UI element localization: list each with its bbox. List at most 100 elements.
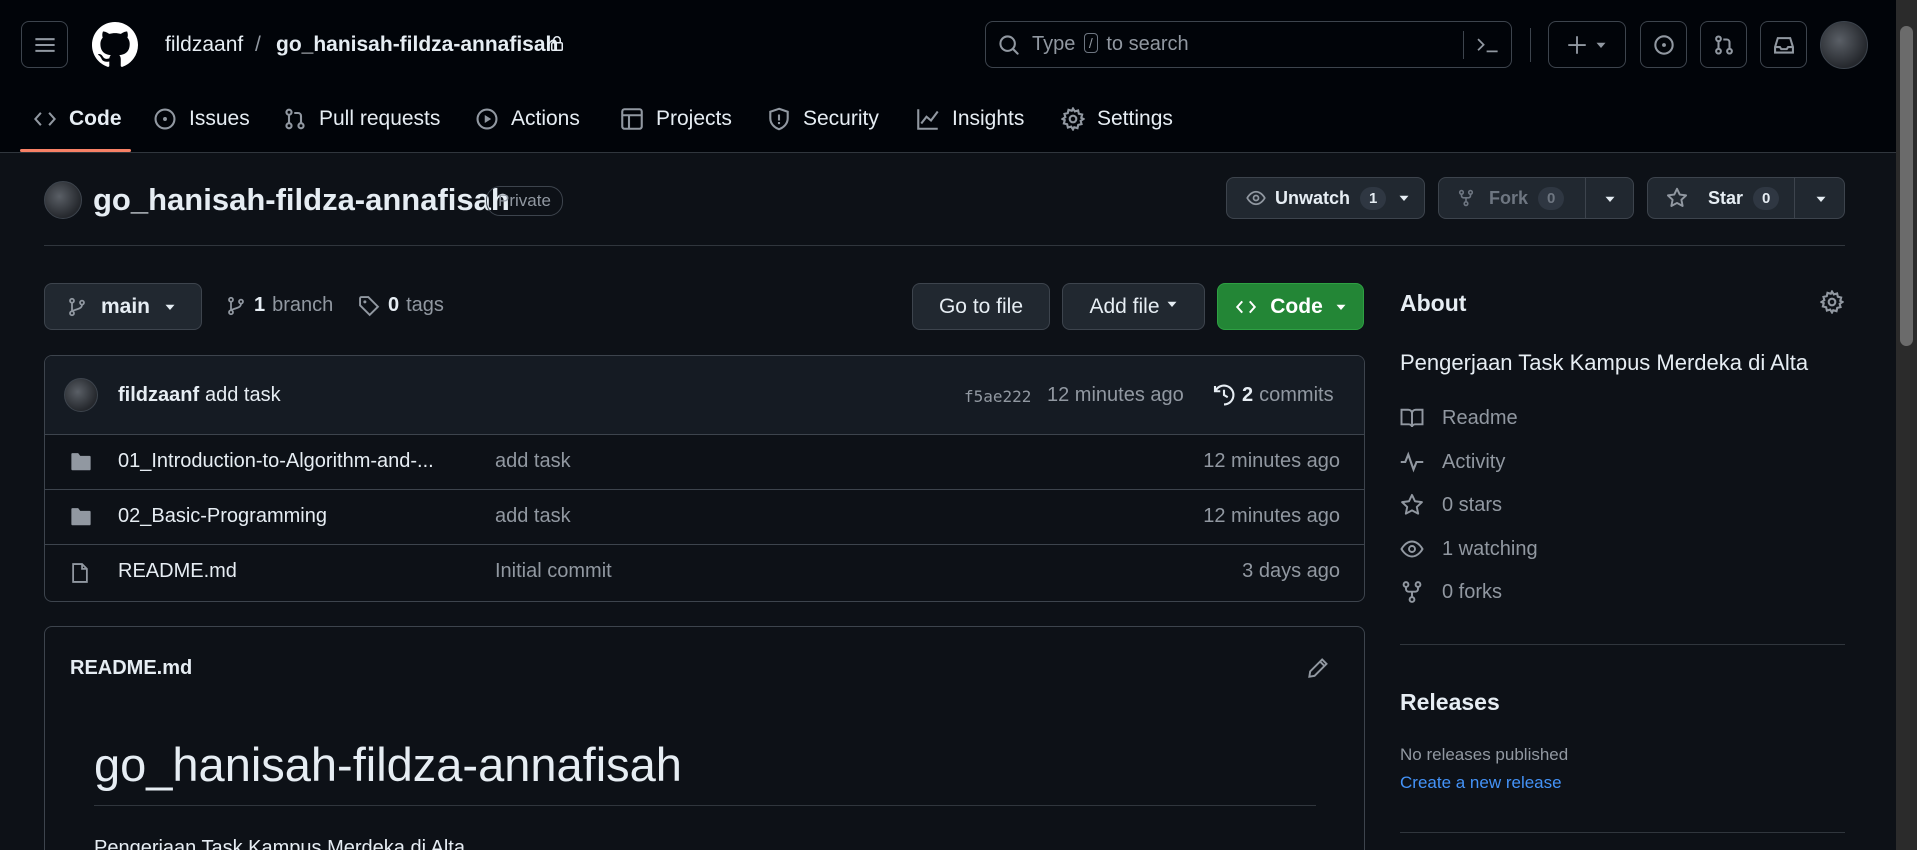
tab-pull-requests[interactable]: Pull requests xyxy=(283,104,440,134)
repo-title[interactable]: go_hanisah-fildza-annafisah xyxy=(93,182,510,218)
repo-avatar xyxy=(44,181,82,219)
commit-author[interactable]: fildzaanf xyxy=(118,384,199,407)
tab-issues-label: Issues xyxy=(189,107,250,130)
file-table: fildzaanf add task f5ae222 12 minutes ag… xyxy=(44,355,1365,602)
tag-icon xyxy=(359,295,380,316)
breadcrumb-repo[interactable]: go_hanisah-fildza-annafisah xyxy=(276,33,558,57)
unwatch-button[interactable]: Unwatch 1 xyxy=(1226,177,1425,219)
pencil-icon[interactable] xyxy=(1307,657,1329,679)
commit-history-link[interactable]: 2 commits xyxy=(1212,383,1334,407)
code-icon xyxy=(1236,300,1257,313)
file-name[interactable]: 02_Basic-Programming xyxy=(118,505,327,528)
about-stars-label: 0 stars xyxy=(1442,493,1503,516)
branch-count: 1 xyxy=(254,294,266,316)
file-name[interactable]: README.md xyxy=(118,560,237,583)
gear-icon[interactable] xyxy=(1820,290,1844,314)
app-header: fildzaanf / go_hanisah-fildza-annafisah … xyxy=(0,0,1896,153)
command-palette-icon[interactable] xyxy=(1476,34,1500,56)
branches-link[interactable]: 1 branch xyxy=(226,294,333,317)
branch-select-button[interactable]: main xyxy=(44,283,202,330)
go-to-file-button[interactable]: Go to file xyxy=(912,283,1050,330)
hamburger-icon xyxy=(34,37,55,52)
tag-count: 0 xyxy=(388,294,400,316)
create-release-link[interactable]: Create a new release xyxy=(1400,773,1562,793)
code-button[interactable]: Code xyxy=(1217,283,1364,330)
menu-button[interactable] xyxy=(21,21,68,68)
tab-issues[interactable]: Issues xyxy=(153,104,250,134)
star-button[interactable]: Star 0 xyxy=(1647,177,1845,219)
chevron-down-icon[interactable] xyxy=(1604,193,1616,205)
file-row[interactable]: 02_Basic-Programming add task 12 minutes… xyxy=(45,490,1364,545)
tab-security[interactable]: Security xyxy=(767,104,879,134)
about-watching-link[interactable]: 1 watching xyxy=(1400,537,1538,561)
chevron-down-icon xyxy=(1167,301,1177,307)
releases-title[interactable]: Releases xyxy=(1400,689,1500,716)
search-input[interactable]: Type / to search xyxy=(985,21,1512,68)
sidebar-divider xyxy=(1400,832,1845,833)
active-tab-indicator xyxy=(20,149,131,152)
github-logo-icon[interactable] xyxy=(92,22,138,68)
tab-actions-label: Actions xyxy=(511,107,580,130)
create-new-button[interactable] xyxy=(1548,21,1626,68)
shield-icon xyxy=(769,107,789,131)
issues-button[interactable] xyxy=(1640,21,1687,68)
tab-code[interactable]: Code xyxy=(33,104,122,134)
pull-request-icon xyxy=(1714,34,1733,55)
chevron-down-icon[interactable] xyxy=(1815,193,1827,205)
about-watching-label: 1 watching xyxy=(1442,537,1538,560)
fork-button[interactable]: Fork 0 xyxy=(1438,177,1634,219)
about-readme-link[interactable]: Readme xyxy=(1400,406,1518,430)
commit-author-avatar[interactable] xyxy=(64,378,98,412)
tab-pull-requests-label: Pull requests xyxy=(319,107,441,130)
tab-settings[interactable]: Settings xyxy=(1061,104,1173,134)
file-icon xyxy=(72,563,88,583)
go-to-file-label: Go to file xyxy=(938,294,1024,318)
commit-message[interactable]: add task xyxy=(205,384,281,407)
star-split-divider xyxy=(1794,178,1795,218)
issue-icon xyxy=(1653,34,1674,55)
add-file-button[interactable]: Add file xyxy=(1062,283,1205,330)
fork-label: Fork xyxy=(1489,187,1529,208)
table-icon xyxy=(621,108,643,130)
file-row[interactable]: README.md Initial commit 3 days ago xyxy=(45,545,1364,600)
file-date: 3 days ago xyxy=(1242,560,1340,582)
commit-sha[interactable]: f5ae222 xyxy=(964,387,1031,406)
about-stars-link[interactable]: 0 stars xyxy=(1400,493,1502,517)
tags-link[interactable]: 0 tags xyxy=(358,294,444,317)
file-commit-message[interactable]: add task xyxy=(495,450,571,473)
readme-body: Pengerjaan Task Kampus Merdeka di Alta xyxy=(94,837,465,850)
folder-icon xyxy=(71,453,91,471)
search-placeholder-suffix: to search xyxy=(1106,33,1189,55)
fork-icon xyxy=(1458,189,1474,207)
tab-projects[interactable]: Projects xyxy=(620,104,732,134)
readme-filename[interactable]: README.md xyxy=(70,657,192,680)
user-avatar[interactable] xyxy=(1820,21,1868,69)
tab-security-label: Security xyxy=(803,107,879,130)
pulse-icon xyxy=(1400,451,1424,473)
pull-requests-button[interactable] xyxy=(1700,21,1747,68)
scrollbar-thumb[interactable] xyxy=(1900,26,1913,346)
code-icon xyxy=(33,112,57,126)
about-readme-label: Readme xyxy=(1442,406,1518,429)
file-commit-message[interactable]: Initial commit xyxy=(495,560,612,583)
tab-actions[interactable]: Actions xyxy=(475,104,580,134)
eye-icon xyxy=(1246,190,1266,206)
inbox-button[interactable] xyxy=(1760,21,1807,68)
file-commit-message[interactable]: add task xyxy=(495,505,571,528)
tab-insights[interactable]: Insights xyxy=(916,104,1024,134)
commit-count: 2 xyxy=(1242,383,1254,406)
search-divider xyxy=(1463,31,1464,59)
breadcrumb-owner[interactable]: fildzaanf xyxy=(165,33,243,57)
readme-panel: README.md go_hanisah-fildza-annafisah Pe… xyxy=(44,626,1365,850)
tab-projects-label: Projects xyxy=(656,107,732,130)
add-file-label: Add file xyxy=(1089,294,1160,318)
about-activity-link[interactable]: Activity xyxy=(1400,450,1505,474)
tab-settings-label: Settings xyxy=(1097,107,1173,130)
fork-split-divider xyxy=(1585,178,1586,218)
file-row[interactable]: 01_Introduction-to-Algorithm-and-... add… xyxy=(45,435,1364,490)
branch-name: main xyxy=(101,294,151,318)
about-forks-link[interactable]: 0 forks xyxy=(1400,580,1502,604)
tag-word: tags xyxy=(406,294,444,316)
file-name[interactable]: 01_Introduction-to-Algorithm-and-... xyxy=(118,450,434,473)
book-icon xyxy=(1400,408,1424,428)
